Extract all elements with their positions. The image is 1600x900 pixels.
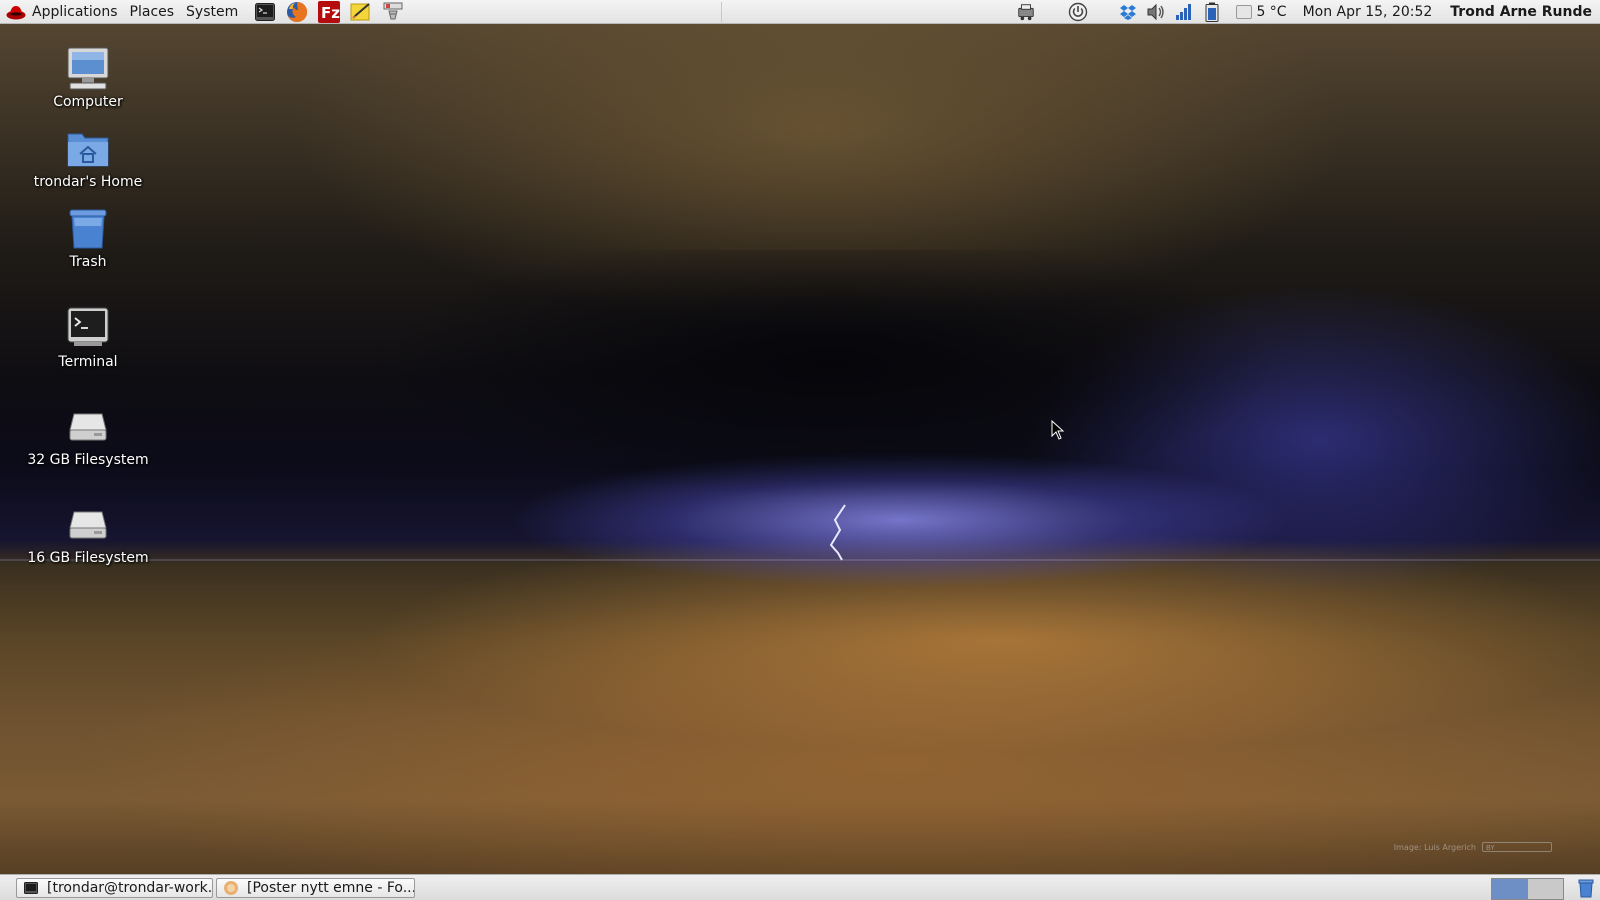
top-panel: Applications Places System Fz 5 °C Mon A… bbox=[0, 0, 1600, 24]
desktop-icon-label: trondar's Home bbox=[33, 174, 143, 190]
workspace-switcher bbox=[1491, 878, 1564, 900]
places-menu[interactable]: Places bbox=[124, 0, 181, 24]
desktop-icon-label: Trash bbox=[69, 254, 107, 270]
drive-icon bbox=[64, 402, 112, 450]
terminal-icon bbox=[255, 2, 276, 21]
volume-icon bbox=[1147, 3, 1165, 20]
applications-menu-label: Applications bbox=[32, 3, 118, 20]
trash-applet[interactable] bbox=[1576, 878, 1596, 898]
power-icon bbox=[1069, 2, 1088, 21]
wallpaper-credit-text: Image: Luis Argerich bbox=[1393, 842, 1476, 852]
notes-icon bbox=[350, 2, 370, 20]
weather-temperature: 5 °C bbox=[1256, 3, 1287, 20]
applications-menu[interactable]: Applications bbox=[0, 0, 124, 24]
wallpaper-lightning bbox=[0, 504, 1600, 561]
taskbar-button-label: [trondar@trondar-work... bbox=[47, 879, 213, 896]
filezilla-icon: Fz bbox=[318, 0, 341, 23]
wallpaper-credit: Image: Luis Argerich BY bbox=[1394, 842, 1552, 852]
desktop-icon-filesystem-16gb[interactable]: 16 GB Filesystem bbox=[13, 500, 163, 566]
printer-applet-icon bbox=[1018, 3, 1035, 20]
user-switcher[interactable]: Trond Arne Runde bbox=[1450, 4, 1592, 20]
show-desktop-handle[interactable] bbox=[3, 878, 11, 898]
desktop-icon-filesystem-32gb[interactable]: 32 GB Filesystem bbox=[13, 402, 163, 468]
svg-text:Fz: Fz bbox=[321, 4, 340, 22]
drive-icon bbox=[64, 500, 112, 548]
workspace-1[interactable] bbox=[1492, 879, 1527, 899]
clock-applet[interactable]: Mon Apr 15, 20:52 bbox=[1303, 4, 1433, 20]
desktop-screen: Image: Luis Argerich BY Applications Pla… bbox=[0, 0, 1600, 900]
terminal-icon bbox=[64, 304, 112, 352]
filezilla-launcher[interactable]: Fz bbox=[318, 0, 341, 23]
weather-applet[interactable]: 5 °C bbox=[1236, 3, 1287, 20]
taskbar-button-terminal[interactable]: [trondar@trondar-work... bbox=[16, 877, 213, 898]
battery-icon bbox=[1205, 2, 1219, 22]
desktop-icon-computer[interactable]: Computer bbox=[13, 44, 163, 110]
notes-launcher[interactable] bbox=[350, 1, 372, 23]
dropbox-applet[interactable] bbox=[1118, 2, 1138, 22]
desktop-icon-trash[interactable]: Trash bbox=[13, 204, 163, 270]
firefox-icon bbox=[223, 880, 239, 896]
system-menu[interactable]: System bbox=[180, 0, 244, 24]
desktop-icon-label: Computer bbox=[53, 94, 123, 110]
workspace-2[interactable] bbox=[1527, 879, 1563, 899]
taskbar-button-firefox[interactable]: [Poster nytt emne - Fo... bbox=[216, 877, 415, 898]
home-folder-icon bbox=[64, 124, 112, 172]
network-monitor-launcher[interactable] bbox=[382, 1, 404, 23]
desktop-icon-label: 16 GB Filesystem bbox=[27, 550, 149, 566]
dropbox-icon bbox=[1120, 4, 1137, 20]
redhat-logo-icon bbox=[6, 3, 26, 21]
battery-applet[interactable] bbox=[1202, 2, 1222, 22]
bottom-panel: [trondar@trondar-work... [Poster nytt em… bbox=[0, 874, 1600, 900]
taskbar-button-label: [Poster nytt emne - Fo... bbox=[247, 879, 415, 896]
network-monitor-icon bbox=[383, 2, 403, 19]
terminal-icon bbox=[23, 880, 39, 896]
firefox-launcher[interactable] bbox=[286, 1, 308, 23]
system-menu-label: System bbox=[186, 3, 239, 20]
desktop-icon-label: 32 GB Filesystem bbox=[27, 452, 149, 468]
desktop-icon-home[interactable]: trondar's Home bbox=[13, 124, 163, 190]
places-menu-label: Places bbox=[129, 3, 175, 20]
signal-applet[interactable] bbox=[1174, 2, 1194, 22]
trash-icon bbox=[64, 204, 112, 252]
power-applet[interactable] bbox=[1068, 2, 1088, 22]
volume-applet[interactable] bbox=[1146, 2, 1166, 22]
terminal-launcher[interactable] bbox=[254, 1, 276, 23]
desktop-icon-label: Terminal bbox=[58, 354, 118, 370]
desktop-icon-terminal[interactable]: Terminal bbox=[13, 304, 163, 370]
cloud-icon bbox=[1236, 4, 1253, 19]
firefox-icon bbox=[287, 1, 308, 22]
mouse-cursor-icon bbox=[1051, 420, 1065, 440]
printer-applet[interactable] bbox=[1016, 2, 1036, 22]
panel-separator bbox=[721, 1, 723, 22]
signal-icon bbox=[1176, 3, 1192, 20]
computer-icon bbox=[64, 44, 112, 92]
trash-icon bbox=[1578, 879, 1594, 898]
cc-license-badge: BY bbox=[1482, 842, 1552, 852]
